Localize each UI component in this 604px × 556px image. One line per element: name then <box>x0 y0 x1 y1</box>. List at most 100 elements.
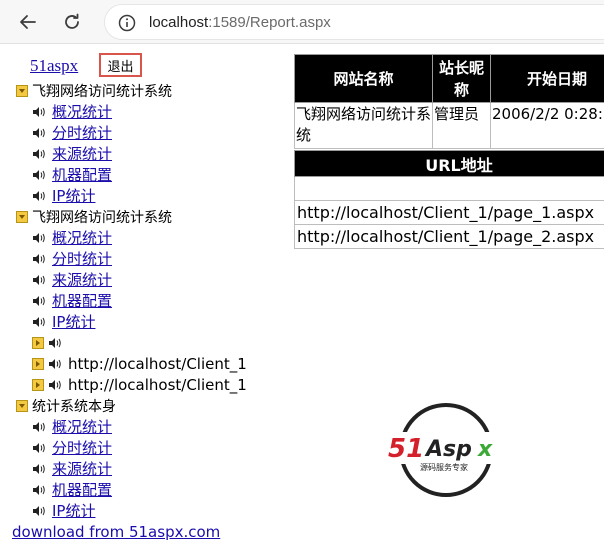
back-button[interactable] <box>12 6 44 38</box>
tree-link[interactable]: 分时统计 <box>52 122 112 143</box>
speaker-icon <box>32 421 46 433</box>
speaker-icon <box>32 127 46 139</box>
collapse-icon[interactable] <box>16 210 28 223</box>
tree-item[interactable]: 分时统计 <box>16 248 276 269</box>
column-header: URL地址 <box>294 150 604 177</box>
reload-icon <box>65 13 79 29</box>
site-tree: 飞翔网络访问统计系统 概况统计 分时统计 来源统计 机器配置 IP统计 飞翔网络… <box>16 80 276 521</box>
page-content: 51aspx 退出 飞翔网络访问统计系统 概况统计 分时统计 来源统计 机器配置… <box>0 44 604 556</box>
collapse-icon[interactable] <box>16 84 28 97</box>
url-cell: http://localhost/Client_1/page_2.aspx <box>294 224 604 249</box>
tree-link[interactable]: 分时统计 <box>52 248 112 269</box>
expand-icon[interactable] <box>32 336 44 349</box>
logo-text-aspx: Asp <box>424 437 472 462</box>
tree-link[interactable]: 分时统计 <box>52 437 112 458</box>
tree-item[interactable]: IP统计 <box>16 185 276 206</box>
tree-page-label: http://localhost/Client_1 <box>68 375 247 394</box>
address-bar[interactable]: localhost:1589/Report.aspx <box>104 4 604 40</box>
speaker-icon <box>48 379 62 391</box>
url-path: :1589/Report.aspx <box>208 14 331 31</box>
speaker-icon <box>32 148 46 160</box>
url-cell: http://localhost/Client_1/page_1.aspx <box>294 200 604 225</box>
table-row: http://localhost/Client_1/page_1.aspx <box>294 200 604 225</box>
column-header: 开始日期 <box>490 54 604 103</box>
url-table: URL地址 http://localhost/Client_1/page_1.a… <box>294 150 604 249</box>
tree-item[interactable]: 分时统计 <box>16 437 276 458</box>
browser-toolbar: localhost:1589/Report.aspx <box>0 0 604 44</box>
tree-page-label: http://localhost/Client_1 <box>68 354 247 373</box>
expand-icon[interactable] <box>32 378 44 391</box>
site-home-link[interactable]: 51aspx <box>30 56 78 76</box>
speaker-icon <box>32 295 46 307</box>
table-row: 飞翔网络访问统计系统 管理员 2006/2/2 0:28:53 <box>294 102 604 149</box>
speaker-icon <box>32 316 46 328</box>
51aspx-logo: 51 Asp x 源码服务专家 <box>386 403 516 497</box>
speaker-icon <box>32 106 46 118</box>
url-host: localhost <box>149 14 209 31</box>
download-link[interactable]: download from 51aspx.com <box>12 523 220 541</box>
column-header: 站长昵称 <box>432 54 491 103</box>
site-info-table: 网站名称 站长昵称 开始日期 飞翔网络访问统计系统 管理员 2006/2/2 0… <box>294 54 604 149</box>
speaker-icon <box>32 505 46 517</box>
tree-group-label: 飞翔网络访问统计系统 <box>32 209 172 226</box>
tree-node-group3[interactable]: 统计系统本身 <box>16 395 276 416</box>
tree-group-label: 统计系统本身 <box>32 398 116 415</box>
logo-text-x: x <box>477 437 493 462</box>
tree-page-node[interactable] <box>16 332 276 353</box>
tree-page-node[interactable]: http://localhost/Client_1 <box>16 374 276 395</box>
tree-item[interactable]: 机器配置 <box>16 479 276 500</box>
tree-item[interactable]: 机器配置 <box>16 290 276 311</box>
tree-link[interactable]: 机器配置 <box>52 164 112 185</box>
tree-link[interactable]: 来源统计 <box>52 143 112 164</box>
tree-item[interactable]: IP统计 <box>16 311 276 332</box>
logo-tagline: 源码服务专家 <box>420 462 468 472</box>
owner-cell: 管理员 <box>432 102 491 149</box>
tree-item[interactable]: 来源统计 <box>16 143 276 164</box>
tree-item[interactable]: 机器配置 <box>16 164 276 185</box>
tree-link[interactable]: 概况统计 <box>52 101 112 122</box>
tree-node-group2[interactable]: 飞翔网络访问统计系统 <box>16 206 276 227</box>
tree-link[interactable]: 机器配置 <box>52 290 112 311</box>
reload-button[interactable] <box>56 6 88 38</box>
tree-item[interactable]: 来源统计 <box>16 458 276 479</box>
tree-item[interactable]: 来源统计 <box>16 269 276 290</box>
tree-group-label: 飞翔网络访问统计系统 <box>32 83 172 100</box>
tree-link[interactable]: 概况统计 <box>52 416 112 437</box>
tree-link[interactable]: 概况统计 <box>52 227 112 248</box>
speaker-icon <box>32 442 46 454</box>
tree-link[interactable]: 来源统计 <box>52 269 112 290</box>
tree-item[interactable]: IP统计 <box>16 500 276 521</box>
logout-button[interactable]: 退出 <box>99 53 142 77</box>
url-text: localhost:1589/Report.aspx <box>149 14 331 31</box>
tree-item[interactable]: 概况统计 <box>16 101 276 122</box>
url-cell <box>294 176 604 201</box>
collapse-icon[interactable] <box>16 399 28 412</box>
tree-link[interactable]: 来源统计 <box>52 458 112 479</box>
table-header-row: URL地址 <box>294 150 604 177</box>
tree-item[interactable]: 概况统计 <box>16 416 276 437</box>
logo-text-51: 51 <box>388 434 424 464</box>
table-row: http://localhost/Client_1/page_2.aspx <box>294 224 604 249</box>
tree-item[interactable]: 分时统计 <box>16 122 276 143</box>
speaker-icon <box>32 253 46 265</box>
back-arrow-icon <box>20 15 36 29</box>
tree-node-group1[interactable]: 飞翔网络访问统计系统 <box>16 80 276 101</box>
column-header: 网站名称 <box>294 54 433 103</box>
speaker-icon <box>32 169 46 181</box>
speaker-icon <box>32 232 46 244</box>
site-info-icon[interactable] <box>117 13 137 33</box>
tree-link[interactable]: IP统计 <box>52 311 95 332</box>
tree-link[interactable]: 机器配置 <box>52 479 112 500</box>
table-header-row: 网站名称 站长昵称 开始日期 <box>294 54 604 103</box>
speaker-icon <box>48 358 62 370</box>
speaker-icon <box>32 274 46 286</box>
tree-page-node[interactable]: http://localhost/Client_1 <box>16 353 276 374</box>
table-row <box>294 176 604 201</box>
expand-icon[interactable] <box>32 357 44 370</box>
speaker-icon <box>32 484 46 496</box>
tree-item[interactable]: 概况统计 <box>16 227 276 248</box>
tree-link[interactable]: IP统计 <box>52 185 95 206</box>
tree-link[interactable]: IP统计 <box>52 500 95 521</box>
site-name-cell: 飞翔网络访问统计系统 <box>294 102 433 149</box>
speaker-icon <box>32 190 46 202</box>
